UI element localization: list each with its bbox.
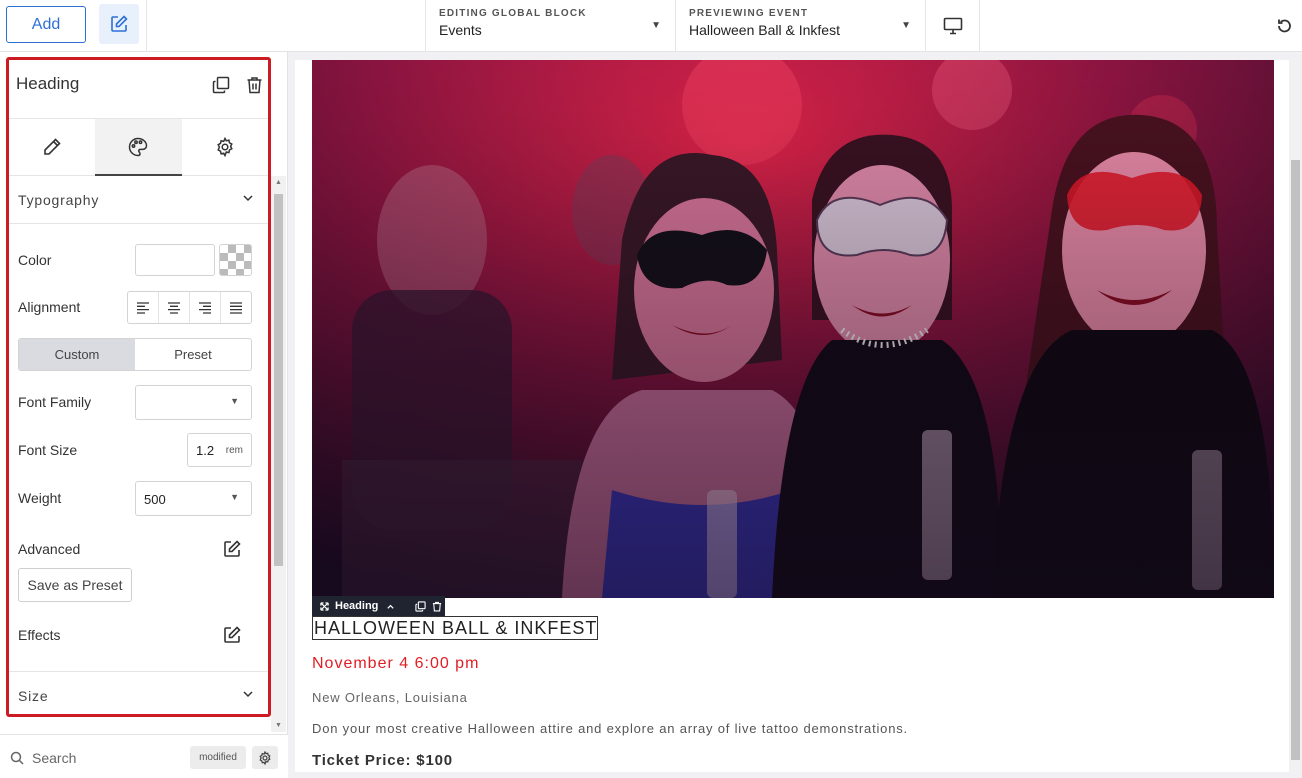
font-size-unit[interactable]: rem xyxy=(226,445,243,456)
custom-preset-toggle: Custom Preset xyxy=(18,338,252,371)
align-left-icon xyxy=(137,301,149,314)
effects-edit-button[interactable] xyxy=(222,625,242,650)
scroll-up-icon[interactable]: ▲ xyxy=(275,179,282,186)
tab-content[interactable] xyxy=(9,119,95,175)
duplicate-button[interactable] xyxy=(212,76,230,99)
event-location[interactable]: New Orleans, Louisiana xyxy=(312,690,468,705)
caret-down-icon: ▼ xyxy=(651,20,661,31)
edit-mode-button[interactable] xyxy=(99,4,139,44)
tab-settings[interactable] xyxy=(182,119,268,175)
scroll-down-icon[interactable]: ▼ xyxy=(275,722,282,729)
delete-button[interactable] xyxy=(246,76,263,99)
align-right-icon xyxy=(199,301,211,314)
edit-square-icon xyxy=(224,540,241,557)
align-center-icon xyxy=(168,301,180,314)
editing-label: EDITING GLOBAL BLOCK xyxy=(439,8,587,19)
caret-down-icon: ▼ xyxy=(230,396,239,406)
alignment-label: Alignment xyxy=(18,299,81,315)
preview-label: PREVIEWING EVENT xyxy=(689,8,809,19)
panel-title: Heading xyxy=(16,74,80,93)
element-toolbar-label[interactable]: Heading xyxy=(335,600,378,612)
chevron-down-icon xyxy=(243,195,253,202)
chevron-down-icon xyxy=(243,691,253,698)
canvas-scrollbar[interactable] xyxy=(1289,60,1302,772)
divider xyxy=(925,0,926,52)
trash-icon xyxy=(247,77,262,94)
editing-value: Events xyxy=(439,22,482,38)
duplicate-icon xyxy=(212,76,230,94)
scroll-thumb[interactable] xyxy=(274,194,283,566)
gear-icon xyxy=(259,750,271,765)
preview-canvas: Heading HALLOWEEN BALL & INKFEST Novembe… xyxy=(295,60,1289,772)
panel-tabs xyxy=(9,118,268,176)
effects-label: Effects xyxy=(18,627,61,643)
color-swatch[interactable] xyxy=(219,244,252,276)
scroll-thumb[interactable] xyxy=(1291,160,1300,760)
tab-style[interactable] xyxy=(95,119,182,176)
preview-event-select[interactable]: PREVIEWING EVENT Halloween Ball & Inkfes… xyxy=(675,0,925,52)
properties-panel: Heading Typography Color Alignment Custo… xyxy=(0,52,288,778)
caret-down-icon: ▼ xyxy=(901,20,911,31)
size-label: Size xyxy=(18,687,49,704)
edit-square-icon xyxy=(224,626,241,643)
font-size-label: Font Size xyxy=(18,442,78,458)
element-toolbar: Heading xyxy=(312,596,445,616)
font-family-select[interactable]: ▼ xyxy=(135,385,252,420)
global-block-select[interactable]: EDITING GLOBAL BLOCK Events ▼ xyxy=(425,0,675,52)
gear-icon xyxy=(217,137,233,157)
divider xyxy=(979,0,980,52)
align-center-button[interactable] xyxy=(159,292,190,323)
advanced-edit-button[interactable] xyxy=(222,539,242,564)
align-right-button[interactable] xyxy=(190,292,221,323)
color-label: Color xyxy=(18,252,52,268)
advanced-label: Advanced xyxy=(18,541,81,557)
desktop-preview-button[interactable] xyxy=(928,0,978,52)
align-left-button[interactable] xyxy=(128,292,159,323)
panel-scrollbar[interactable]: ▲ ▼ xyxy=(271,176,286,732)
color-input[interactable] xyxy=(135,244,215,276)
font-family-label: Font Family xyxy=(18,394,92,410)
move-icon[interactable] xyxy=(320,601,329,611)
event-heading[interactable]: HALLOWEEN BALL & INKFEST xyxy=(312,616,599,640)
font-size-value: 1.2 xyxy=(196,443,215,458)
weight-label: Weight xyxy=(18,490,62,506)
align-justify-button[interactable] xyxy=(221,292,251,323)
undo-button[interactable] xyxy=(1266,0,1302,52)
footer-settings-button[interactable] xyxy=(252,746,278,769)
custom-option[interactable]: Custom xyxy=(19,339,135,370)
pencil-square-icon xyxy=(111,15,128,32)
size-section-header[interactable]: Size xyxy=(9,671,268,719)
divider xyxy=(146,0,147,52)
event-description[interactable]: Don your most creative Halloween attire … xyxy=(312,721,908,736)
undo-icon xyxy=(1278,19,1291,33)
top-toolbar: Add EDITING GLOBAL BLOCK Events ▼ PREVIE… xyxy=(0,0,1302,52)
typography-label: Typography xyxy=(18,191,100,208)
search-icon xyxy=(10,751,24,765)
preview-value: Halloween Ball & Inkfest xyxy=(689,22,840,38)
typography-section-header[interactable]: Typography xyxy=(9,176,268,224)
trash-icon[interactable] xyxy=(432,601,442,612)
caret-down-icon: ▼ xyxy=(230,492,239,502)
alignment-buttons xyxy=(127,291,252,324)
add-button[interactable]: Add xyxy=(6,6,86,43)
pencil-icon xyxy=(44,138,61,155)
search-input[interactable]: Search xyxy=(32,750,76,766)
weight-select[interactable]: 500 ▼ xyxy=(135,481,252,516)
preset-option[interactable]: Preset xyxy=(135,339,251,370)
party-photo-illustration xyxy=(312,60,1274,598)
weight-value: 500 xyxy=(144,492,166,507)
monitor-icon xyxy=(943,17,963,35)
event-photo[interactable] xyxy=(312,60,1274,598)
font-size-input[interactable]: 1.2 rem xyxy=(187,433,252,467)
chevron-up-icon[interactable] xyxy=(386,602,395,611)
duplicate-icon[interactable] xyxy=(415,600,427,612)
save-as-preset-button[interactable]: Save as Preset xyxy=(18,568,132,602)
ticket-price[interactable]: Ticket Price: $100 xyxy=(312,752,453,769)
panel-footer: Search modified xyxy=(0,734,288,778)
align-justify-icon xyxy=(230,301,242,314)
modified-filter-button[interactable]: modified xyxy=(190,746,246,769)
palette-icon xyxy=(129,137,148,157)
event-date[interactable]: November 4 6:00 pm xyxy=(312,655,479,673)
